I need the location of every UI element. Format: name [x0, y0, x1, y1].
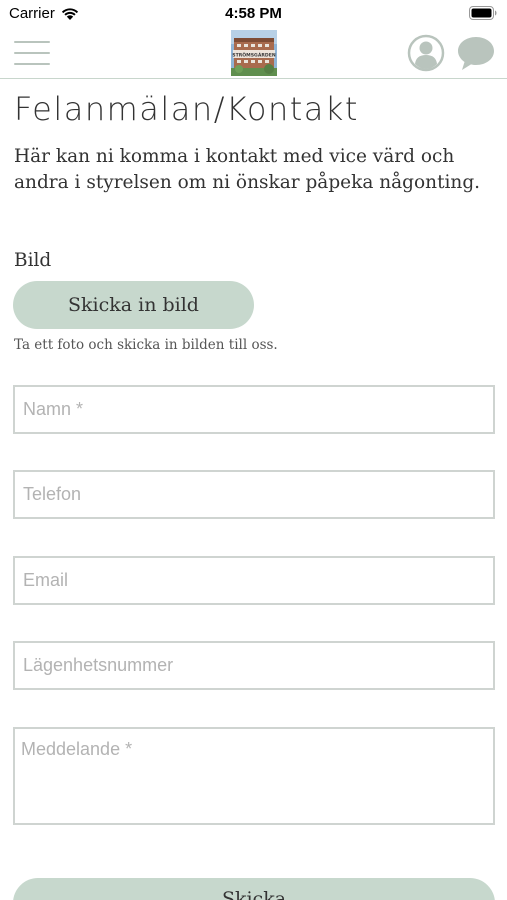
message-field[interactable] — [13, 727, 495, 825]
phone-field[interactable] — [13, 470, 495, 519]
hamburger-menu-icon[interactable] — [14, 41, 50, 65]
page-title: Felanmälan/Kontakt — [14, 90, 359, 128]
chat-bubble-icon[interactable] — [456, 34, 496, 72]
logo-text: STRÖMSGÅRDEN — [232, 51, 276, 58]
apartment-number-field[interactable] — [13, 641, 495, 690]
clock: 4:58 PM — [225, 5, 282, 22]
image-section-label: Bild — [14, 250, 52, 271]
name-field[interactable] — [13, 385, 495, 434]
nav-bar: STRÖMSGÅRDEN — [0, 28, 507, 79]
send-image-button[interactable]: Skicka in bild — [13, 281, 254, 329]
brf-logo[interactable]: STRÖMSGÅRDEN — [231, 30, 277, 76]
user-icon[interactable] — [407, 34, 445, 72]
submit-button[interactable]: Skicka — [13, 878, 495, 900]
status-bar: Carrier 4:58 PM — [0, 0, 507, 28]
intro-text: Här kan ni komma i kontakt med vice värd… — [14, 146, 481, 193]
email-field[interactable] — [13, 556, 495, 605]
battery-icon — [469, 6, 497, 20]
image-hint-text: Ta ett foto och skicka in bilden till os… — [14, 337, 278, 353]
